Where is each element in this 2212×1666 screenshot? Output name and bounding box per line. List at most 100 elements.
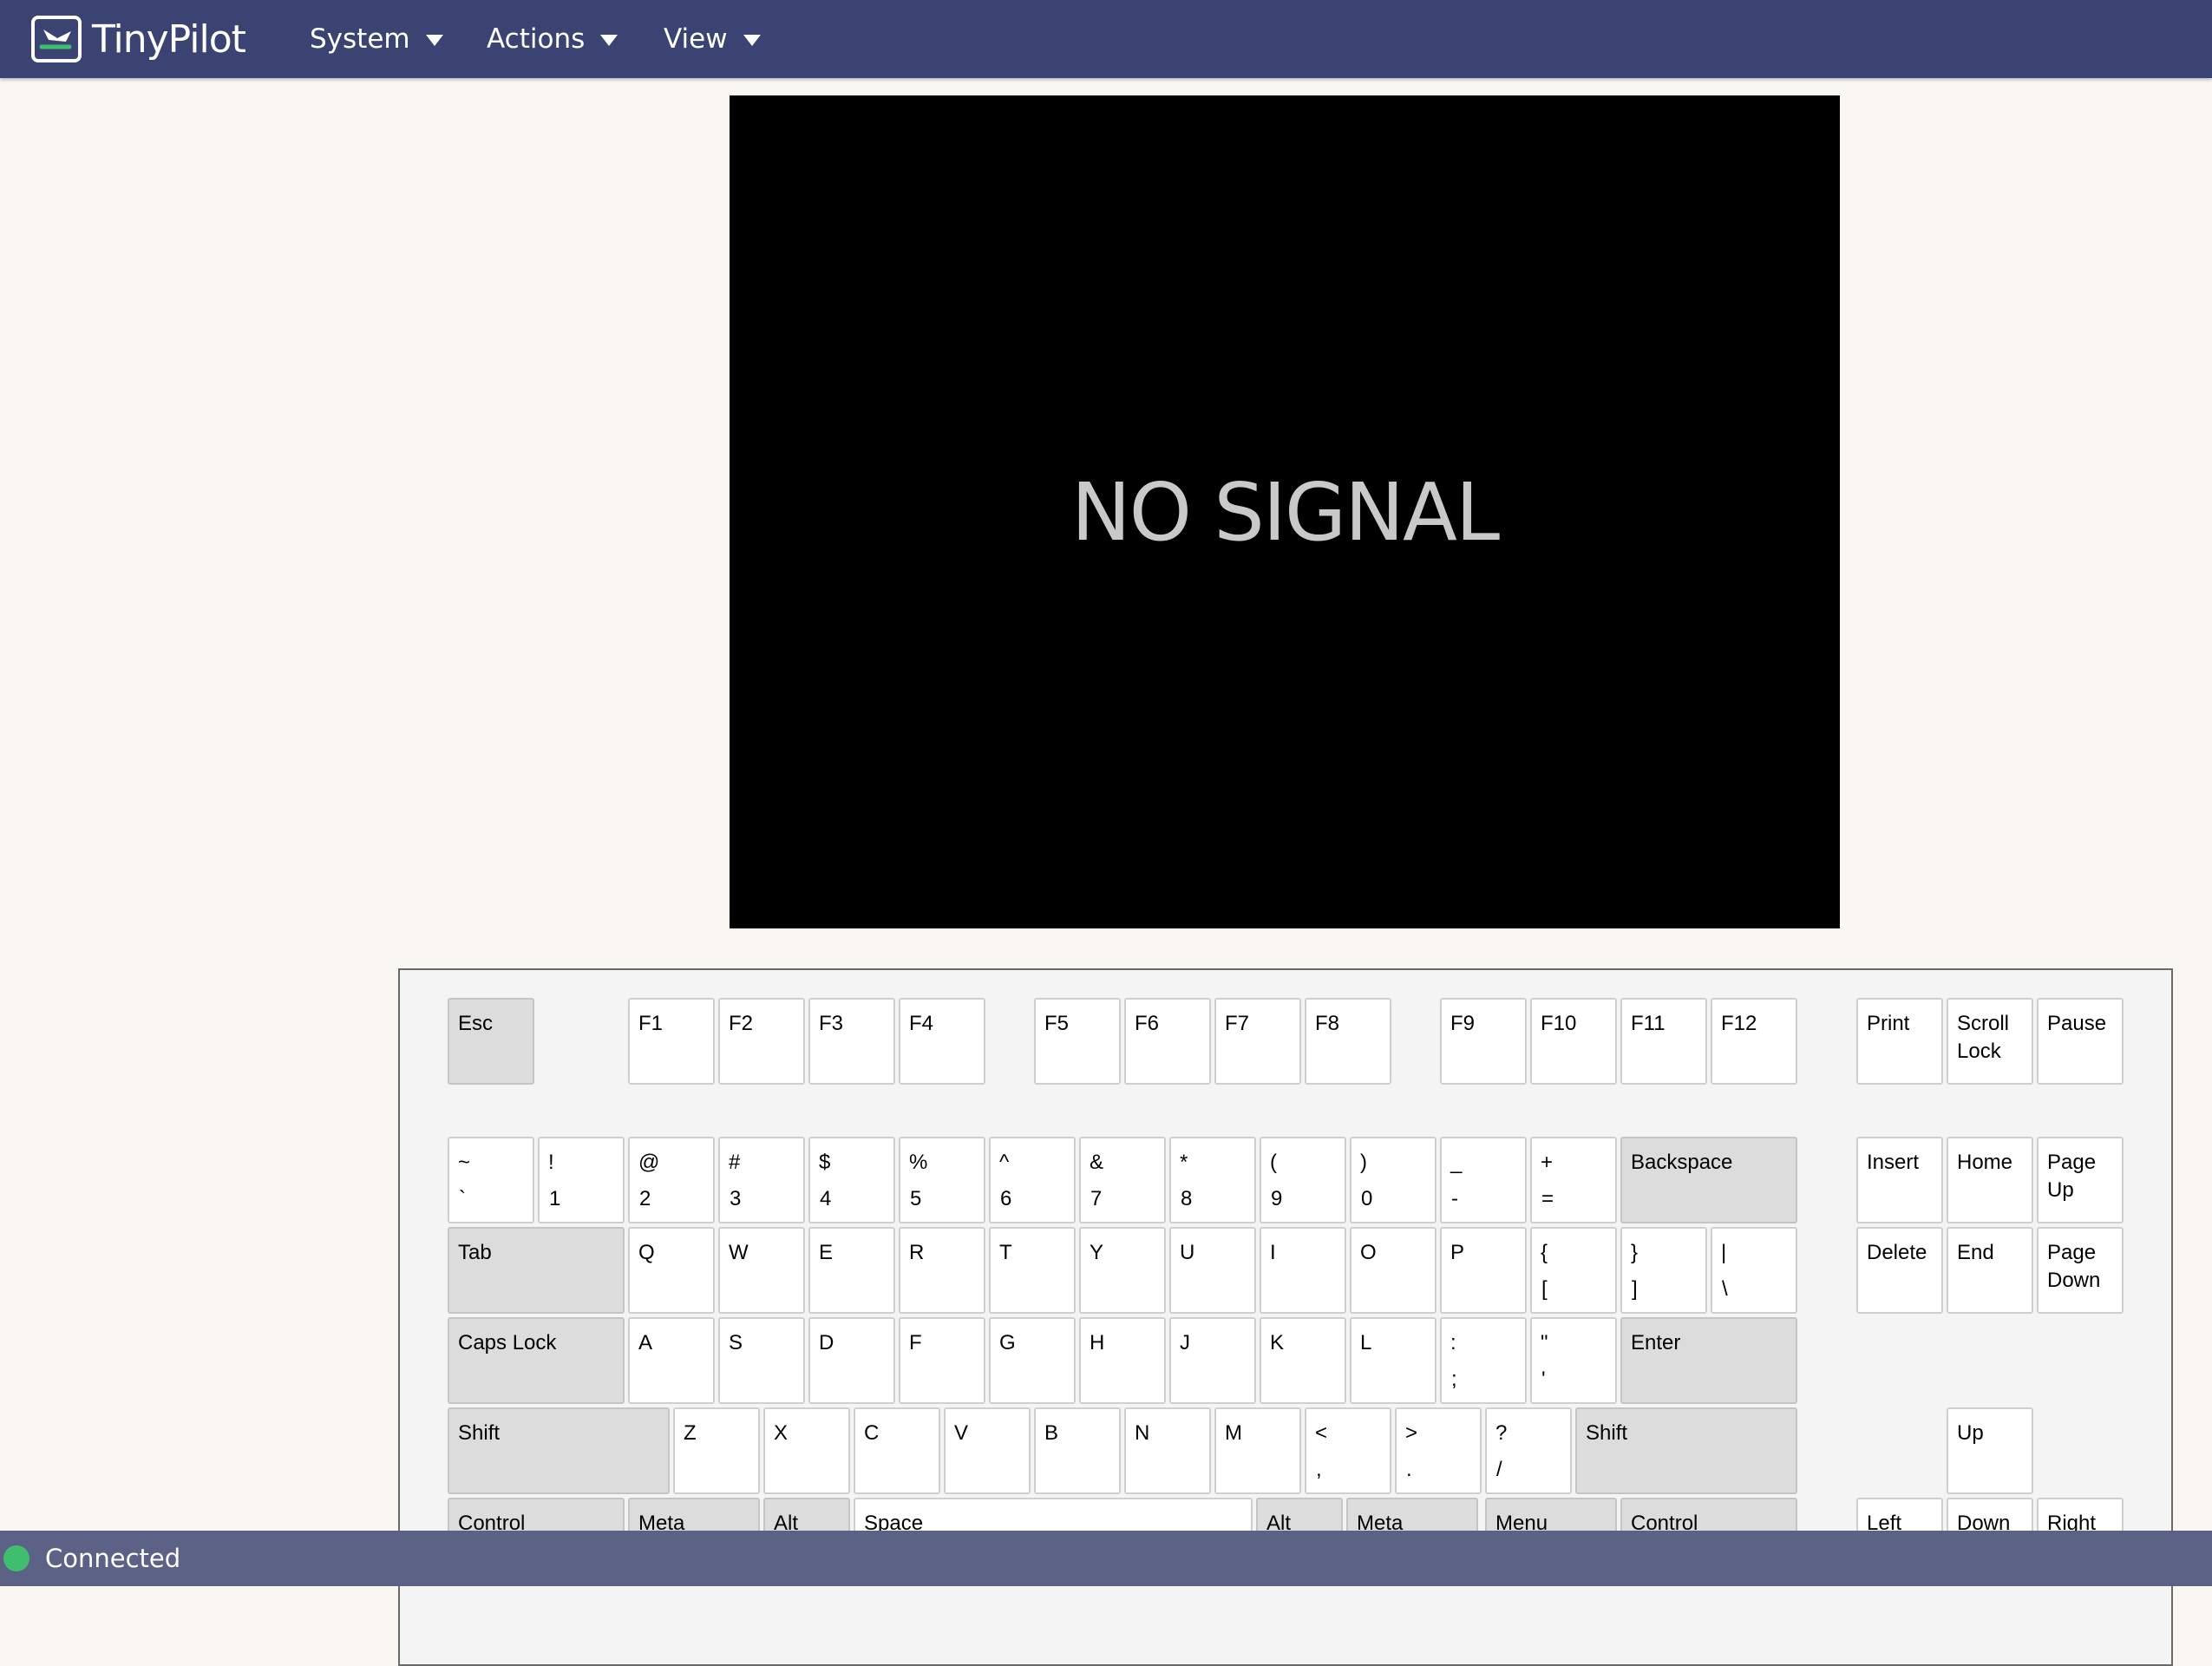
key-esc[interactable]: Esc (448, 998, 534, 1085)
key-f8[interactable]: F8 (1305, 998, 1391, 1085)
menu-actions[interactable]: Actions (487, 19, 618, 59)
key-shift-label: 0 (1361, 1187, 1373, 1210)
key-digit7[interactable]: & 7 (1079, 1137, 1166, 1223)
key-f12[interactable]: F12 (1711, 998, 1797, 1085)
key-f11[interactable]: F11 (1620, 998, 1707, 1085)
key-v[interactable]: V (944, 1407, 1031, 1494)
key-shift-right[interactable]: Shift (1575, 1407, 1797, 1494)
key-g[interactable]: G (989, 1317, 1076, 1404)
remote-screen[interactable]: NO SIGNAL (730, 95, 1840, 928)
key-backquote[interactable]: ~ ` (448, 1137, 534, 1223)
key-u[interactable]: U (1169, 1227, 1256, 1314)
key-x[interactable]: X (763, 1407, 850, 1494)
key-i[interactable]: I (1260, 1227, 1346, 1314)
key-f7[interactable]: F7 (1214, 998, 1301, 1085)
key-print[interactable]: Print (1856, 998, 1943, 1085)
key-page-down[interactable]: Page Down (2037, 1227, 2124, 1314)
key-label: F5 (1044, 1012, 1070, 1035)
key-period[interactable]: >. (1395, 1407, 1482, 1494)
tinypilot-logo-icon (31, 16, 82, 62)
key-backspace[interactable]: Backspace (1620, 1137, 1797, 1223)
key-home[interactable]: Home (1947, 1137, 2033, 1223)
key-shift-label: , (1316, 1458, 1322, 1481)
key-digit4[interactable]: $4 (808, 1137, 895, 1223)
key-a[interactable]: A (628, 1317, 715, 1404)
key-bracket-left[interactable]: {[ (1530, 1227, 1617, 1314)
key-digit0[interactable]: ) 0 (1350, 1137, 1436, 1223)
key-digit8[interactable]: * 8 (1169, 1137, 1256, 1223)
key-m[interactable]: M (1214, 1407, 1301, 1494)
key-digit6[interactable]: ^ 6 (989, 1137, 1076, 1223)
key-backslash[interactable]: | \ (1711, 1227, 1797, 1314)
key-label: L (1360, 1331, 1372, 1354)
key-minus[interactable]: _ - (1440, 1137, 1527, 1223)
key-p[interactable]: P (1440, 1227, 1527, 1314)
key-quote[interactable]: " ' (1530, 1317, 1617, 1404)
menu-actions-label: Actions (487, 23, 586, 55)
key-digit3[interactable]: #3 (718, 1137, 805, 1223)
key-e[interactable]: E (808, 1227, 895, 1314)
key-shift-label: \ (1722, 1277, 1728, 1301)
key-pause[interactable]: Pause (2037, 998, 2124, 1085)
key-z[interactable]: Z (673, 1407, 760, 1494)
key-equal[interactable]: + = (1530, 1137, 1617, 1223)
key-l[interactable]: L (1350, 1317, 1436, 1404)
key-semicolon[interactable]: :; (1440, 1317, 1527, 1404)
key-label: Pause (2047, 1012, 2107, 1035)
key-f6[interactable]: F6 (1124, 998, 1211, 1085)
menu-view[interactable]: View (664, 19, 761, 59)
key-j[interactable]: J (1169, 1317, 1256, 1404)
key-label: Esc (458, 1012, 494, 1035)
key-digit5[interactable]: % 5 (899, 1137, 985, 1223)
key-delete[interactable]: Delete (1856, 1227, 1943, 1314)
key-label: _ (1450, 1151, 1463, 1174)
key-shift-label: . (1406, 1458, 1412, 1481)
key-label: U (1180, 1241, 1195, 1264)
key-digit2[interactable]: @2 (628, 1137, 715, 1223)
key-c[interactable]: C (854, 1407, 940, 1494)
key-label: | (1721, 1241, 1727, 1264)
menu-system[interactable]: System (310, 19, 443, 59)
connection-status: Connected (45, 1544, 181, 1573)
key-f3[interactable]: F3 (808, 998, 895, 1085)
key-q[interactable]: Q (628, 1227, 715, 1314)
key-f10[interactable]: F10 (1530, 998, 1617, 1085)
key-enter[interactable]: Enter (1620, 1317, 1797, 1404)
key-label: X (774, 1421, 789, 1445)
key-f[interactable]: F (899, 1317, 985, 1404)
key-shift-left[interactable]: Shift (448, 1407, 670, 1494)
key-f5[interactable]: F5 (1034, 998, 1121, 1085)
key-digit1[interactable]: ! 1 (538, 1137, 625, 1223)
key-r[interactable]: R (899, 1227, 985, 1314)
key-y[interactable]: Y (1079, 1227, 1166, 1314)
key-f9[interactable]: F9 (1440, 998, 1527, 1085)
key-tab[interactable]: Tab (448, 1227, 625, 1314)
key-o[interactable]: O (1350, 1227, 1436, 1314)
key-f4[interactable]: F4 (899, 998, 985, 1085)
brand-logo[interactable]: TinyPilot (31, 16, 246, 62)
key-arrow-up[interactable]: Up (1947, 1407, 2033, 1494)
key-h[interactable]: H (1079, 1317, 1166, 1404)
key-insert[interactable]: Insert (1856, 1137, 1943, 1223)
key-bracket-right[interactable]: }] (1620, 1227, 1707, 1314)
caret-down-icon (425, 35, 443, 46)
key-scroll-lock[interactable]: Scroll Lock (1947, 998, 2033, 1085)
key-caps-lock[interactable]: Caps Lock (448, 1317, 625, 1404)
key-label: ( (1270, 1151, 1277, 1174)
key-end[interactable]: End (1947, 1227, 2033, 1314)
key-d[interactable]: D (808, 1317, 895, 1404)
key-b[interactable]: B (1034, 1407, 1121, 1494)
key-t[interactable]: T (989, 1227, 1076, 1314)
key-label: ~ (458, 1151, 471, 1174)
key-digit9[interactable]: (9 (1260, 1137, 1346, 1223)
key-slash[interactable]: ? / (1485, 1407, 1572, 1494)
key-page-up[interactable]: Page Up (2037, 1137, 2124, 1223)
key-comma[interactable]: <, (1305, 1407, 1391, 1494)
key-label: Y (1090, 1241, 1104, 1264)
key-s[interactable]: S (718, 1317, 805, 1404)
key-k[interactable]: K (1260, 1317, 1346, 1404)
key-w[interactable]: W (718, 1227, 805, 1314)
key-f2[interactable]: F2 (718, 998, 805, 1085)
key-n[interactable]: N (1124, 1407, 1211, 1494)
key-f1[interactable]: F1 (628, 998, 715, 1085)
